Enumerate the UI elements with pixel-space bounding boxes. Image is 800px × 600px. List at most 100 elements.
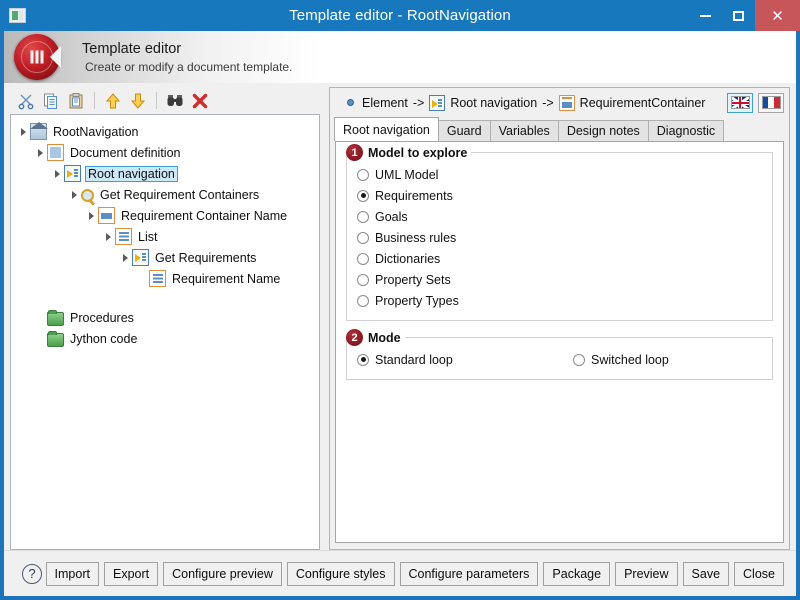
radio-button[interactable] [357,168,369,181]
expander-arrow-icon[interactable] [68,184,81,205]
export-button[interactable]: Export [103,561,159,586]
radio-button[interactable] [357,189,369,202]
radio-group: Standard loop Switched loop [357,349,762,370]
breadcrumb-segment-element[interactable]: Element [362,96,408,110]
radio-button[interactable] [357,353,369,366]
tree-node[interactable]: Procedures [11,307,319,328]
header-text-block: Template editor Create or modify a docum… [82,41,292,74]
flag-fr-button[interactable] [758,92,784,113]
preview-button[interactable]: Preview [615,561,678,586]
import-button[interactable]: Import [45,561,99,586]
document-icon [47,144,64,161]
move-down-button[interactable] [127,90,149,112]
toolbar-divider-2 [156,92,157,109]
tree-node-label: RootNavigation [53,124,139,139]
tree-node[interactable]: Requirement Name [11,268,319,289]
paste-button[interactable] [65,90,87,112]
tree-node-label: Requirement Container Name [121,208,288,223]
window-icon [9,8,26,23]
window-title: Template editor - RootNavigation [289,7,511,24]
radio-button[interactable] [357,294,369,307]
radio-option-goals[interactable]: Goals [357,206,762,227]
help-icon[interactable]: ? [22,563,42,584]
title-bar: Template editor - RootNavigation ✕ [0,0,800,31]
close-button[interactable]: Close [734,561,784,586]
group-legend: 2 Mode [346,329,405,346]
tree-pane: RootNavigation Document definition Root na… [10,87,320,550]
delete-button[interactable] [189,90,211,112]
group-model-to-explore: 1 Model to explore UML Model Requirements Go… [346,144,773,321]
list-icon [115,228,132,245]
tab-design-notes[interactable]: Design notes [557,120,649,141]
expander-arrow-icon[interactable] [34,142,47,163]
expander-arrow-icon[interactable] [85,205,98,226]
configure-parameters-button[interactable]: Configure parameters [399,561,539,586]
printer-icon [98,207,115,224]
close-window-button[interactable]: ✕ [755,0,800,31]
radio-option-standard-loop[interactable]: Standard loop [357,349,573,370]
minimize-button[interactable] [689,0,722,31]
radio-button[interactable] [573,353,585,366]
find-button[interactable] [164,90,186,112]
tab-variables[interactable]: Variables [489,120,559,141]
expander-arrow-icon[interactable] [102,226,115,247]
radio-option-dictionaries[interactable]: Dictionaries [357,248,762,269]
tab-root-navigation[interactable]: Root navigation [334,117,439,141]
breadcrumb: Element -> Root navigation -> Requiremen… [330,88,789,117]
footer-button-group: Import Export Configure preview Configure s… [45,561,784,586]
tab-diagnostic[interactable]: Diagnostic [647,120,725,141]
configure-styles-button[interactable]: Configure styles [286,561,395,586]
tree-node-label: Procedures [70,310,134,325]
house-icon [30,122,48,140]
footer-bar: ? Import Export Configure preview Configure… [4,550,796,596]
radio-button[interactable] [357,210,369,223]
breadcrumb-segment-requirement-container[interactable]: RequirementContainer [580,96,706,110]
cut-button[interactable] [15,90,37,112]
radio-option-business-rules[interactable]: Business rules [357,227,762,248]
radio-label: Business rules [375,230,457,245]
move-up-button[interactable] [102,90,124,112]
maximize-button[interactable] [722,0,755,31]
radio-option-switched-loop[interactable]: Switched loop [573,349,669,370]
group-legend: 1 Model to explore [346,144,472,161]
copy-button[interactable] [40,90,62,112]
expander-arrow-icon[interactable] [119,247,132,268]
tree-node[interactable]: Root navigation [11,163,319,184]
radio-button[interactable] [357,252,369,265]
radio-option-uml-model[interactable]: UML Model [357,164,762,185]
radio-option-requirements[interactable]: Requirements [357,185,762,206]
tree-node[interactable]: Jython code [11,328,319,349]
flag-fr-icon [761,96,781,109]
expander-arrow-icon[interactable] [51,163,64,184]
tab-guard[interactable]: Guard [437,120,491,141]
tree-node[interactable]: Document definition [11,142,319,163]
toolbar-divider [94,92,95,109]
breadcrumb-segment-root-navigation[interactable]: Root navigation [450,96,537,110]
tree-node[interactable]: Get Requirement Containers [11,184,319,205]
tree-node[interactable]: RootNavigation [11,121,319,142]
radio-option-property-types[interactable]: Property Types [357,290,762,311]
header-subtitle: Create or modify a document template. [85,59,293,74]
flag-uk-button[interactable] [727,92,753,113]
breadcrumb-bullet-icon [347,99,354,106]
tab-strip: Root navigation Guard Variables Design note… [330,117,789,141]
save-button[interactable]: Save [682,561,730,586]
tree-node-label: Document definition [70,145,181,160]
configure-preview-button[interactable]: Configure preview [163,561,282,586]
radio-button[interactable] [357,273,369,286]
tree-node-label: Requirement Name [172,271,281,286]
expander-arrow-icon[interactable] [17,121,30,142]
tree-node-label: Root navigation [85,165,178,182]
navigation-icon [132,249,149,266]
package-button[interactable]: Package [543,561,611,586]
radio-option-property-sets[interactable]: Property Sets [357,269,762,290]
radio-button[interactable] [357,231,369,244]
tree-node[interactable]: Get Requirements [11,247,319,268]
navigation-icon [64,165,81,182]
tree-node[interactable]: List [11,226,319,247]
group-mode: 2 Mode Standard loop Switched loop [346,329,773,380]
template-tree[interactable]: RootNavigation Document definition Root na… [10,114,320,550]
tree-node[interactable]: Requirement Container Name [11,205,319,226]
